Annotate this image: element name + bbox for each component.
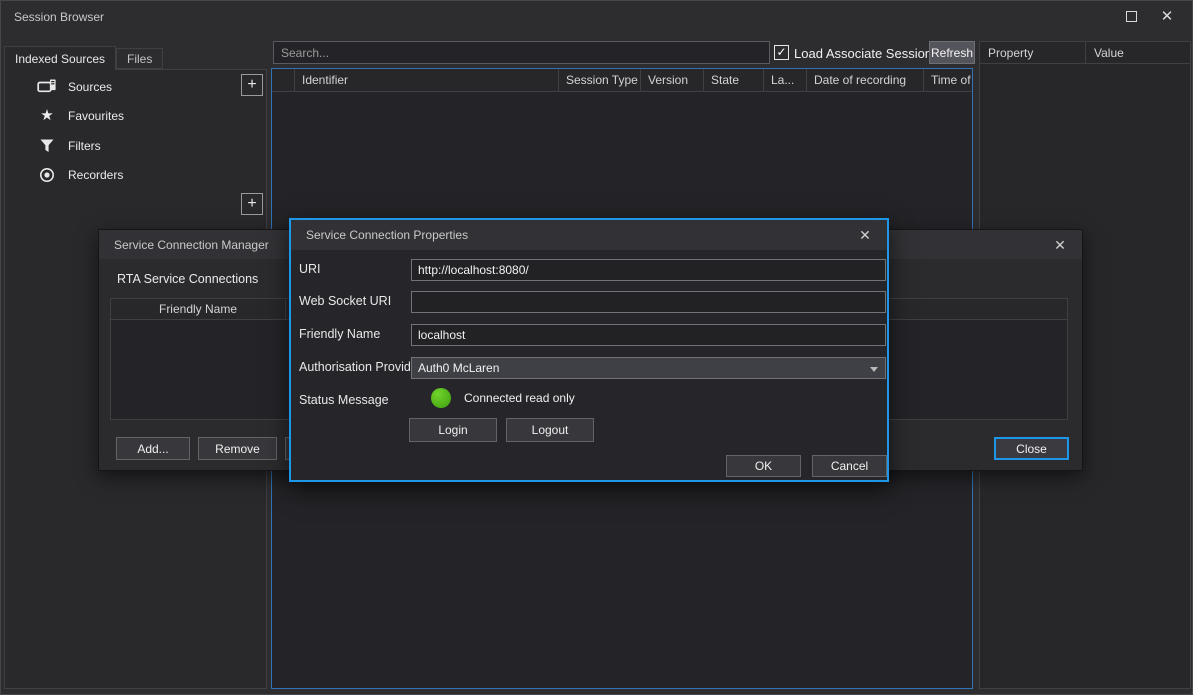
star-icon: ★ [36,108,58,123]
sidebar-item-filters[interactable]: Filters + [6,131,265,160]
add-filter-button[interactable]: + [241,193,263,215]
sidebar-item-sources[interactable]: Sources + [6,72,265,101]
tab-files[interactable]: Files [116,48,163,69]
load-associate-sessions-checkbox[interactable]: ✓ [774,45,789,60]
manager-dialog-close-button[interactable]: ✕ [1052,237,1068,253]
close-icon: ✕ [1161,7,1174,25]
column-header-time-of-recording[interactable]: Time of Reco [924,69,972,91]
close-icon: ✕ [859,227,871,243]
column-header-select[interactable] [272,69,295,91]
properties-dialog-close-button[interactable]: ✕ [857,227,873,243]
column-header-version[interactable]: Version [641,69,704,91]
sidebar-item-recorders[interactable]: Recorders + [6,160,265,189]
add-connection-button-label: Add... [137,442,168,456]
refresh-button[interactable]: Refresh [929,41,975,64]
sidebar-item-label: Favourites [68,109,124,123]
column-header-property[interactable]: Property [980,42,1086,63]
titlebar: Session Browser ✕ [1,1,1192,34]
sidebar-item-label: Recorders [68,168,123,182]
sources-icon [36,78,58,95]
refresh-button-label: Refresh [931,46,973,60]
column-header-laps[interactable]: La... [764,69,807,91]
web-socket-uri-label: Web Socket URI [299,294,391,310]
login-button[interactable]: Login [409,418,497,442]
authorisation-provider-label: Authorisation Provider [299,360,422,376]
check-icon: ✓ [776,45,786,59]
column-header-date-of-recording[interactable]: Date of recording [807,69,924,91]
cancel-button-label: Cancel [831,459,868,473]
sidebar-item-favourites[interactable]: ★ Favourites [6,101,265,130]
status-message-label: Status Message [299,393,389,409]
ok-button[interactable]: OK [726,455,801,477]
rta-service-connections-label: RTA Service Connections [117,272,258,286]
friendly-name-label: Friendly Name [299,327,380,343]
filter-icon [36,139,58,153]
chevron-down-icon [870,367,878,372]
tab-indexed-sources-label: Indexed Sources [15,52,105,66]
remove-connection-button[interactable]: Remove [198,437,277,460]
tab-files-label: Files [127,52,152,66]
uri-field[interactable] [411,259,886,281]
properties-dialog-titlebar: Service Connection Properties [291,220,887,250]
properties-panel-header: Property Value [980,42,1190,64]
uri-label: URI [299,262,321,278]
search-input[interactable] [273,41,770,64]
remove-connection-button-label: Remove [215,442,260,456]
sidebar-item-label: Filters [68,139,101,153]
maximize-button[interactable] [1112,1,1150,31]
session-table-header: Identifier Session Type Version State La… [272,69,972,92]
column-header-identifier[interactable]: Identifier [295,69,559,91]
manager-close-button[interactable]: Close [994,437,1069,460]
status-connected-icon [431,388,451,408]
ok-button-label: OK [755,459,772,473]
recorder-icon [36,167,58,183]
manager-close-button-label: Close [1016,442,1047,456]
friendly-name-field[interactable] [411,324,886,346]
add-source-button[interactable]: + [241,74,263,96]
window-close-button[interactable]: ✕ [1148,1,1186,31]
close-icon: ✕ [1054,237,1066,253]
authorisation-provider-value: Auth0 McLaren [418,361,499,375]
web-socket-uri-field[interactable] [411,291,886,313]
authorisation-provider-select[interactable]: Auth0 McLaren [411,357,886,379]
status-message-value: Connected read only [464,391,575,405]
column-header-state[interactable]: State [704,69,764,91]
manager-dialog-title: Service Connection Manager [114,238,269,252]
load-associate-sessions-label[interactable]: Load Associate Sessions [794,46,939,61]
window-title: Session Browser [14,10,104,24]
column-header-session-type[interactable]: Session Type [559,69,641,91]
session-browser-window: Session Browser ✕ Indexed Sources Files … [0,0,1193,695]
maximize-icon [1126,11,1137,22]
logout-button-label: Logout [532,423,569,437]
cancel-button[interactable]: Cancel [812,455,887,477]
tab-indexed-sources[interactable]: Indexed Sources [4,46,116,70]
login-button-label: Login [438,423,467,437]
logout-button[interactable]: Logout [506,418,594,442]
add-connection-button[interactable]: Add... [116,437,190,460]
service-connection-properties-dialog: Service Connection Properties ✕ URI Web … [289,218,889,482]
properties-dialog-title: Service Connection Properties [306,228,468,242]
column-header-friendly-name[interactable]: Friendly Name [111,299,286,319]
sidebar-item-label: Sources [68,80,112,94]
column-header-value[interactable]: Value [1086,42,1190,63]
